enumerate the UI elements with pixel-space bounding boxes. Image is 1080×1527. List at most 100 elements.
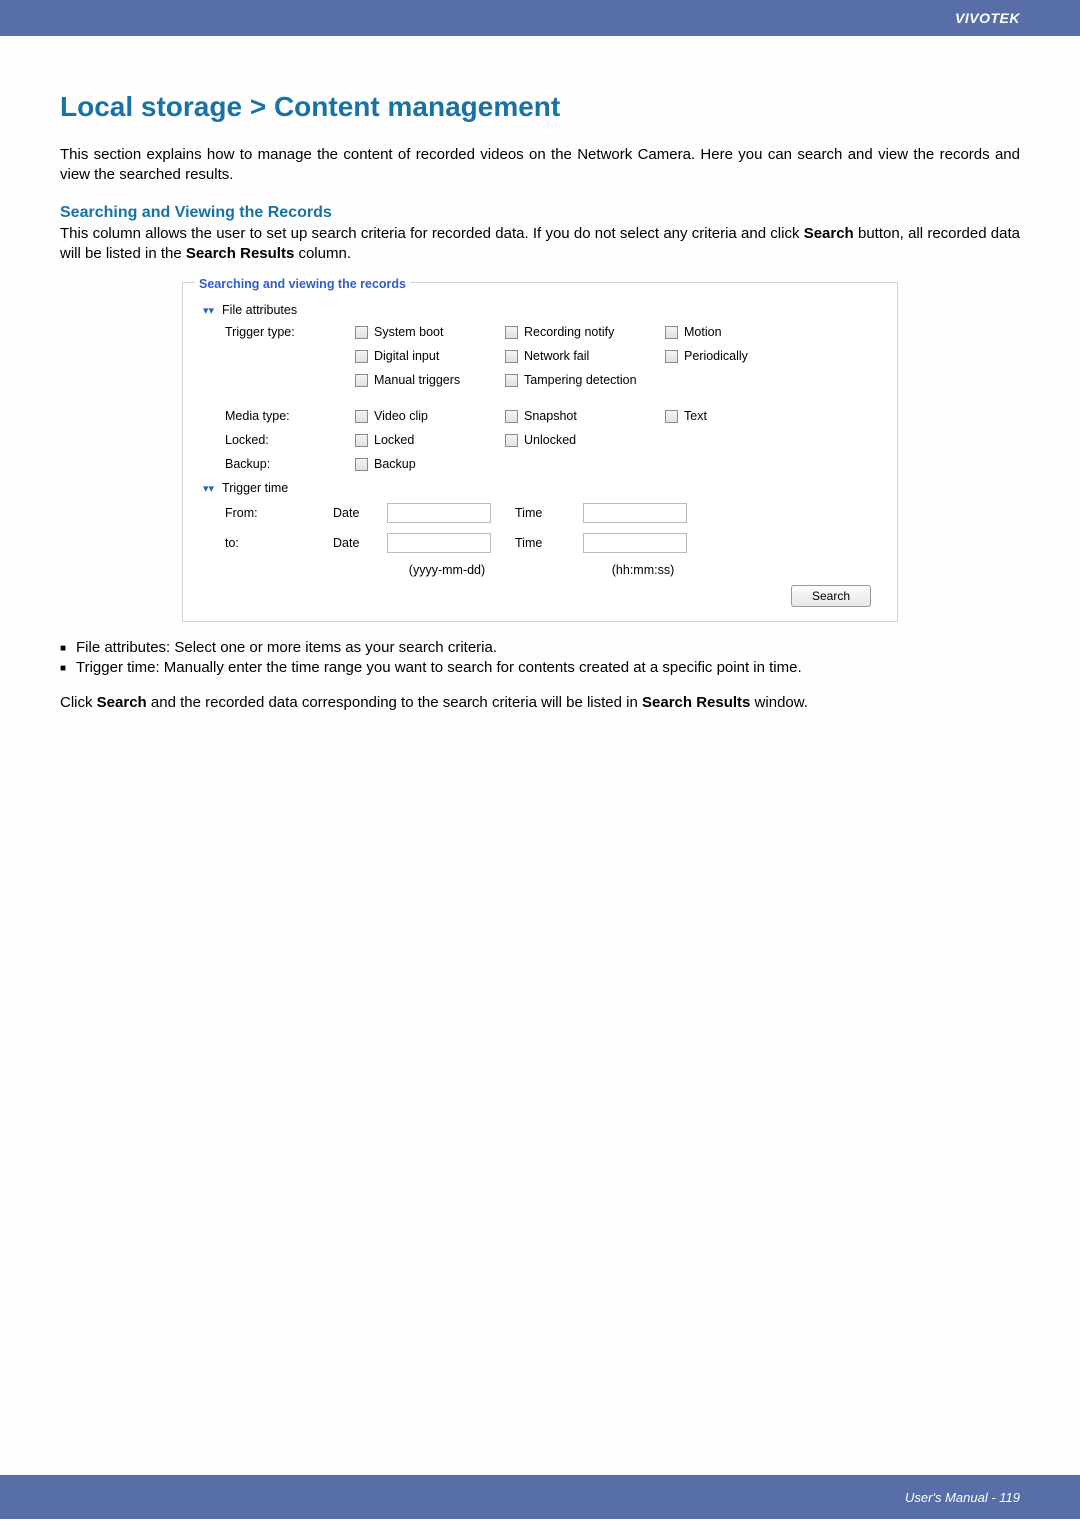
to-date-input[interactable] [387,533,491,553]
checkbox-icon [355,326,368,339]
date-label: Date [333,506,379,520]
video-clip-option[interactable]: Video clip [355,409,495,423]
to-row: to: Date Time [225,533,879,553]
search-button-row: Search [201,585,879,607]
periodically-option[interactable]: Periodically [665,349,805,363]
footer-bar: User's Manual - 119 [0,1475,1080,1519]
page-bottom-edge [0,1519,1080,1527]
search-button[interactable]: Search [791,585,871,607]
subpara-part-a: This column allows the user to set up se… [60,225,804,242]
header-bar: VIVOTEK [0,0,1080,36]
media-type-row: Media type: Video clip Snapshot Text [225,409,879,423]
tampering-detection-option[interactable]: Tampering detection [505,373,655,387]
from-row: From: Date Time [225,503,879,523]
checkbox-icon [355,374,368,387]
backup-label: Backup: [225,457,345,471]
media-type-label: Media type: [225,409,345,423]
backup-opt-label: Backup [374,457,416,471]
snapshot-option[interactable]: Snapshot [505,409,655,423]
checkbox-icon [505,326,518,339]
time-label: Time [515,536,575,550]
bullet-list: File attributes: Select one or more item… [60,638,1020,679]
snapshot-label: Snapshot [524,409,577,423]
trigger-time-label: Trigger time [222,481,288,495]
locked-option[interactable]: Locked [355,433,495,447]
system-boot-option[interactable]: System boot [355,325,495,339]
subpara-bold-results: Search Results [186,245,294,262]
checkbox-icon [355,410,368,423]
checkbox-icon [355,434,368,447]
closing-e: window. [750,694,808,711]
trigger-type-row-2: Digital input Network fail Periodically [225,349,879,363]
trigger-type-label: Trigger type: [225,325,345,339]
system-boot-label: System boot [374,325,443,339]
search-fieldset: Searching and viewing the records ▾▾ Fil… [182,282,898,622]
manual-triggers-label: Manual triggers [374,373,460,387]
digital-input-label: Digital input [374,349,439,363]
digital-input-option[interactable]: Digital input [355,349,495,363]
checkbox-icon [505,434,518,447]
subheading: Searching and Viewing the Records [60,204,1020,222]
checkbox-icon [355,458,368,471]
from-label: From: [225,506,325,520]
trigger-type-row-3: Manual triggers Tampering detection [225,373,879,387]
tampering-detection-label: Tampering detection [524,373,637,387]
closing-bold-search: Search [97,694,147,711]
recording-notify-option[interactable]: Recording notify [505,325,655,339]
trigger-time-header[interactable]: ▾▾ Trigger time [207,481,879,495]
periodically-label: Periodically [684,349,748,363]
from-date-input[interactable] [387,503,491,523]
bullet-trigger-time: Trigger time: Manually enter the time ra… [60,658,1020,678]
locked-row: Locked: Locked Unlocked [225,433,879,447]
checkbox-icon [665,326,678,339]
recording-notify-label: Recording notify [524,325,614,339]
checkbox-icon [355,350,368,363]
page-content: Local storage > Content management This … [0,36,1080,713]
closing-c: and the recorded data corresponding to t… [147,694,642,711]
motion-option[interactable]: Motion [665,325,805,339]
network-fail-option[interactable]: Network fail [505,349,655,363]
subheading-paragraph: This column allows the user to set up se… [60,224,1020,265]
subpara-bold-search: Search [804,225,854,242]
to-label: to: [225,536,325,550]
text-option[interactable]: Text [665,409,805,423]
format-hint-row: (yyyy-mm-dd) (hh:mm:ss) [225,563,879,577]
trigger-type-row-1: Trigger type: System boot Recording noti… [225,325,879,339]
closing-a: Click [60,694,97,711]
footer-text: User's Manual - 119 [905,1490,1020,1505]
to-time-input[interactable] [583,533,687,553]
date-format-hint: (yyyy-mm-dd) [387,563,507,577]
closing-bold-results: Search Results [642,694,750,711]
checkbox-icon [665,350,678,363]
checkbox-icon [505,350,518,363]
video-clip-label: Video clip [374,409,428,423]
fieldset-legend: Searching and viewing the records [195,277,410,291]
backup-row: Backup: Backup [225,457,879,471]
text-label: Text [684,409,707,423]
locked-opt-label: Locked [374,433,414,447]
subpara-part-e: column. [294,245,351,262]
closing-paragraph: Click Search and the recorded data corre… [60,693,1020,713]
date-label: Date [333,536,379,550]
time-format-hint: (hh:mm:ss) [583,563,703,577]
checkbox-icon [505,410,518,423]
page-title: Local storage > Content management [60,91,1020,123]
checkbox-icon [505,374,518,387]
file-attributes-label: File attributes [222,303,297,317]
network-fail-label: Network fail [524,349,589,363]
intro-paragraph: This section explains how to manage the … [60,145,1020,186]
backup-option[interactable]: Backup [355,457,495,471]
brand-text: VIVOTEK [955,10,1020,26]
unlocked-option[interactable]: Unlocked [505,433,655,447]
chevron-down-icon: ▾▾ [203,482,214,495]
time-label: Time [515,506,575,520]
from-time-input[interactable] [583,503,687,523]
chevron-down-icon: ▾▾ [203,304,214,317]
file-attributes-header[interactable]: ▾▾ File attributes [207,303,879,317]
manual-triggers-option[interactable]: Manual triggers [355,373,495,387]
unlocked-opt-label: Unlocked [524,433,576,447]
motion-label: Motion [684,325,722,339]
checkbox-icon [665,410,678,423]
locked-label: Locked: [225,433,345,447]
bullet-file-attributes: File attributes: Select one or more item… [60,638,1020,658]
